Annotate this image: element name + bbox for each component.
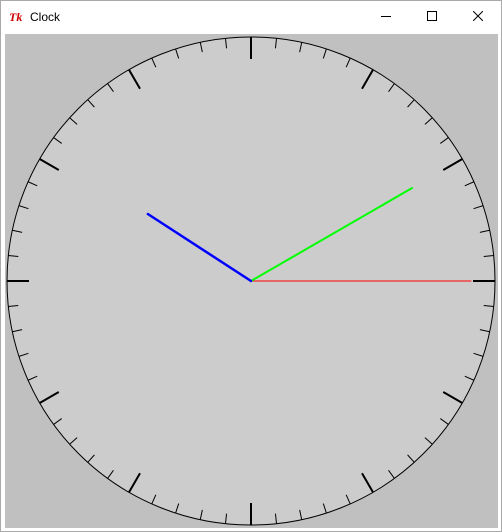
clock-canvas [5, 34, 498, 528]
app-window: Tk Clock [0, 0, 502, 532]
maximize-icon [427, 8, 437, 26]
window-controls [363, 1, 501, 32]
window-title: Clock [30, 9, 61, 24]
title-bar[interactable]: Tk Clock [1, 1, 501, 32]
maximize-button[interactable] [409, 1, 455, 32]
close-icon [472, 8, 484, 26]
svg-text:Tk: Tk [9, 10, 22, 24]
minimize-icon [381, 8, 391, 26]
minimize-button[interactable] [363, 1, 409, 32]
tk-feather-icon: Tk [9, 9, 25, 25]
close-button[interactable] [455, 1, 501, 32]
clock-face-svg [6, 36, 496, 526]
